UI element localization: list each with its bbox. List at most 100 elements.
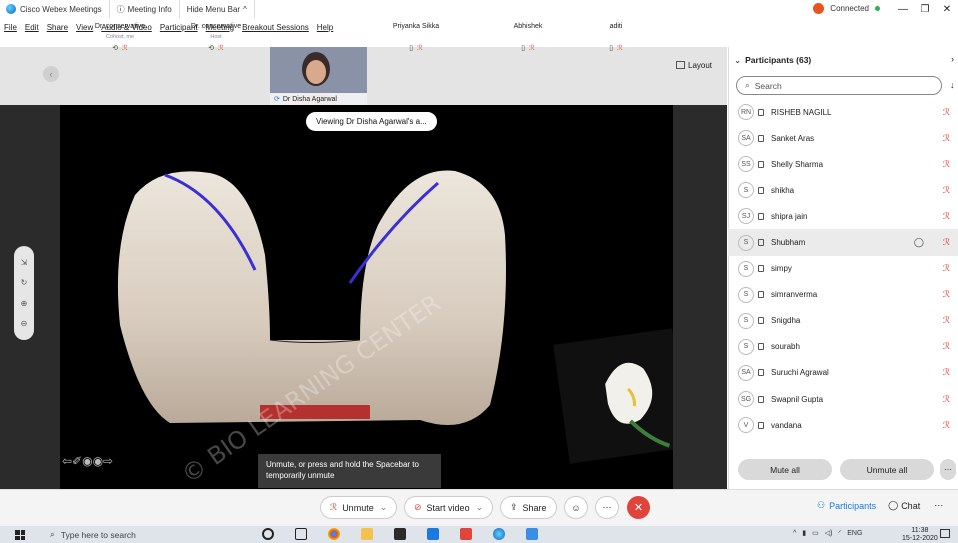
panel-more-button[interactable]: ⋯ — [934, 500, 943, 511]
filmstrip-prev-button[interactable]: ‹ — [43, 66, 59, 82]
more-options-button[interactable]: ⋯ — [595, 496, 619, 519]
window-controls: — ❐ ✕ — [892, 0, 958, 18]
mail-icon[interactable] — [427, 528, 439, 540]
notifications-icon[interactable] — [940, 529, 950, 538]
rotate-icon[interactable]: ↻ — [21, 278, 28, 287]
list-item[interactable]: Ssimpy ℛ — [728, 256, 958, 282]
avatar: SA — [738, 364, 754, 381]
webex-logo-icon — [6, 4, 16, 14]
avatar: SS — [738, 156, 754, 173]
mic-muted-icon[interactable]: ℛ — [943, 159, 950, 170]
menu-edit[interactable]: Edit — [25, 23, 39, 32]
participant-thumb[interactable]: Dr. conservative Cohost, me ⟲ ℛ — [75, 0, 165, 58]
list-item[interactable]: SA Suruchi Agrawal ℛ — [728, 360, 958, 386]
start-video-button[interactable]: ⊘ Start video ⌄ — [404, 496, 494, 519]
avatar: S — [738, 182, 754, 199]
taskbar-search[interactable]: ⌕ Type here to search — [50, 529, 136, 540]
volume-icon[interactable]: ◁) — [825, 529, 833, 537]
list-item[interactable]: RN RISHEB NAGILL ℛ — [728, 99, 958, 125]
chat-button[interactable]: ◯ Chat — [888, 500, 920, 511]
mic-muted-icon[interactable]: ℛ — [943, 367, 950, 378]
annotation-toolbar[interactable]: ⇦✐◉◉⇨ — [62, 454, 113, 468]
zoom-in-icon[interactable]: ⊕ — [21, 299, 28, 308]
share-button[interactable]: ⇪ Share — [500, 496, 557, 519]
photos-icon[interactable] — [526, 528, 538, 540]
chevron-up-icon[interactable]: ^ — [793, 530, 796, 537]
close-button[interactable]: ✕ — [936, 4, 958, 15]
zoom-out-icon[interactable]: ⊖ — [21, 319, 28, 328]
mic-muted-icon[interactable]: ℛ — [943, 133, 950, 144]
list-item[interactable]: Sshikha ℛ — [728, 177, 958, 203]
share-active-icon: ⟳ — [274, 96, 280, 103]
list-item[interactable]: Ssourabh ℛ — [728, 334, 958, 360]
panel-close-icon[interactable]: › — [951, 54, 954, 64]
chat-icon[interactable]: ◯ — [914, 237, 924, 248]
minimize-button[interactable]: — — [892, 4, 914, 15]
cortana-icon[interactable] — [262, 528, 274, 540]
mic-muted-icon[interactable]: ℛ — [943, 107, 950, 118]
zoom-toolbar: ⇲ ↻ ⊕ ⊖ — [14, 246, 34, 340]
list-item[interactable]: Ssimranverma ℛ — [728, 282, 958, 308]
unmute-button[interactable]: ℛ Unmute ⌄ — [320, 496, 398, 519]
mic-muted-icon[interactable]: ℛ — [943, 185, 950, 196]
mic-muted-icon[interactable]: ℛ — [943, 237, 950, 248]
reactions-button[interactable]: ☺ — [564, 496, 588, 519]
avatar: SJ — [738, 208, 754, 225]
connection-status[interactable]: Connected — [813, 3, 880, 14]
list-item[interactable]: S Shubham ◯ ℛ — [728, 229, 958, 256]
device-icon — [758, 395, 764, 403]
network-icon[interactable]: ▮ — [802, 529, 806, 537]
language-indicator[interactable]: ENG — [847, 530, 862, 537]
windows-start-icon[interactable] — [15, 530, 25, 540]
status-dot-icon — [875, 6, 880, 11]
restore-button[interactable]: ❐ — [914, 4, 936, 15]
avatar: S — [738, 260, 754, 277]
mic-muted-icon[interactable]: ℛ — [943, 420, 950, 431]
avatar: SA — [738, 130, 754, 147]
list-item[interactable]: SA Sanket Aras ℛ — [728, 125, 958, 151]
device-icon — [758, 317, 764, 325]
list-item[interactable]: Vvandana ℛ — [728, 412, 958, 438]
wifi-icon[interactable]: ◜ — [839, 529, 842, 537]
file-explorer-icon[interactable] — [361, 528, 373, 540]
participant-thumb[interactable]: Priyanka Sikka ▯ ℛ — [366, 0, 466, 58]
taskbar-clock[interactable]: 11:38 15-12-2020 — [902, 527, 938, 542]
leave-meeting-button[interactable]: ✕ — [627, 496, 650, 519]
battery-icon[interactable]: ▭ — [812, 529, 819, 537]
avatar: SG — [738, 391, 754, 408]
office-icon[interactable] — [460, 528, 472, 540]
list-item[interactable]: SS Shelly Sharma ℛ — [728, 151, 958, 177]
chrome-icon[interactable] — [328, 528, 340, 540]
participant-thumb[interactable]: Abhishek ▯ ℛ — [478, 0, 578, 58]
avatar: S — [738, 286, 754, 303]
menu-file[interactable]: File — [4, 23, 17, 32]
sort-icon[interactable]: ↓ — [950, 80, 955, 90]
participants-button[interactable]: ⚇ Participants — [817, 500, 876, 511]
mic-muted-icon[interactable]: ℛ — [943, 394, 950, 405]
fit-icon[interactable]: ⇲ — [21, 258, 28, 267]
participant-thumb[interactable]: Dr. conservative Host ⟲ ℛ — [170, 0, 262, 58]
menu-help[interactable]: Help — [317, 23, 333, 32]
mic-muted-icon[interactable]: ℛ — [943, 263, 950, 274]
store-icon[interactable] — [394, 528, 406, 540]
mic-muted-icon[interactable]: ℛ — [943, 341, 950, 352]
shared-slide[interactable]: © BIO LEARNING CENTER — [60, 105, 673, 489]
mic-muted-icon[interactable]: ℛ — [943, 315, 950, 326]
panel-options-button[interactable]: ⋯ — [940, 459, 956, 480]
layout-button[interactable]: Layout — [676, 57, 712, 73]
task-view-icon[interactable] — [295, 528, 307, 540]
webex-taskbar-icon[interactable] — [493, 528, 505, 540]
unmute-all-button[interactable]: Unmute all — [840, 459, 934, 480]
participants-panel-title[interactable]: ⌄ Participants (63) — [734, 55, 811, 66]
mute-all-button[interactable]: Mute all — [738, 459, 832, 480]
viewing-banner: Viewing Dr Disha Agarwal's a... — [306, 112, 437, 131]
mic-muted-icon: ℛ — [417, 45, 423, 52]
mic-muted-icon[interactable]: ℛ — [943, 211, 950, 222]
menu-share[interactable]: Share — [47, 23, 68, 32]
list-item[interactable]: SJ shipra jain ℛ — [728, 203, 958, 229]
list-item[interactable]: S Snigdha ℛ — [728, 308, 958, 334]
mic-muted-icon[interactable]: ℛ — [943, 289, 950, 300]
participant-thumb[interactable]: aditi ▯ ℛ — [566, 0, 666, 58]
participant-search-input[interactable]: ⌕ Search — [736, 76, 942, 95]
list-item[interactable]: SG Swapnil Gupta ℛ — [728, 386, 958, 412]
